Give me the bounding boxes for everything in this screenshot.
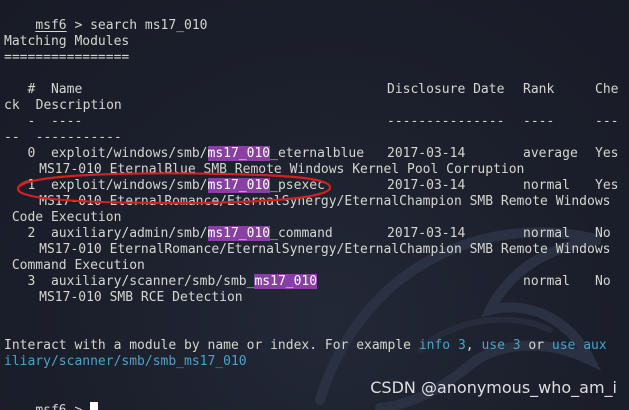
row-rank: average xyxy=(523,146,578,161)
command-line: msf6 > search ms17_010 xyxy=(4,2,207,33)
row-check: Yes xyxy=(595,146,619,161)
dash-disclosure: --------------- xyxy=(387,114,505,129)
separator: , xyxy=(465,338,482,353)
search-match-highlight: ms17_010 xyxy=(207,146,271,161)
dash-check-cont: -- xyxy=(4,130,20,145)
row-num: 2 xyxy=(4,226,51,241)
section-rule: ================ xyxy=(4,50,130,65)
block-cursor-icon xyxy=(90,402,99,410)
prompt-name: msf6 xyxy=(35,403,66,410)
dash-description: ----------- xyxy=(20,130,122,145)
row-check: No xyxy=(595,226,611,241)
csdn-watermark: CSDN @anonymous_who_am_i xyxy=(370,378,617,397)
row-check: Yes xyxy=(595,178,619,193)
dash-num: - xyxy=(4,114,51,129)
row-description-cont: Code Execution xyxy=(4,210,122,225)
module-row-2[interactable]: 2 auxiliary/admin/smb/ms17_010_command xyxy=(4,226,333,242)
dash-name: ---- xyxy=(50,114,83,129)
module-name-prefix: auxiliary/admin/smb/ xyxy=(50,226,208,241)
use-aux-command-cont[interactable]: iliary/scanner/smb/smb_ms17_010 xyxy=(4,354,247,369)
use-command[interactable]: use 3 xyxy=(481,338,520,353)
header-num-name: # Name xyxy=(4,82,82,98)
dash-num-name: - ---- xyxy=(4,114,82,130)
module-name-prefix: auxiliary/scanner/smb/smb_ xyxy=(50,274,255,289)
header-check-part2: ck xyxy=(4,98,20,113)
terminal-window[interactable]: msf6 > search ms17_010 Matching Modules … xyxy=(0,0,629,410)
row-num: 3 xyxy=(4,274,51,289)
prompt-symbol: > xyxy=(67,403,90,410)
row-description-cont: Command Execution xyxy=(4,258,145,273)
row-rank: normal xyxy=(523,274,570,289)
use-aux-command[interactable]: use aux xyxy=(552,338,607,353)
prompt-symbol: > xyxy=(66,18,91,33)
dash-check: --- xyxy=(595,114,619,129)
command-text: search ms17_010 xyxy=(90,18,208,33)
row-description: MS17-010 SMB RCE Detection xyxy=(0,290,243,305)
header-check-part1: Che xyxy=(595,82,619,97)
header-rank: Rank xyxy=(523,82,555,97)
row-date: 2017-03-14 xyxy=(387,146,466,161)
row-rank: normal xyxy=(523,178,570,193)
dash-rank: ---- xyxy=(523,114,555,129)
red-annotation-ellipse xyxy=(17,172,332,205)
module-name-prefix: exploit/windows/smb/ xyxy=(50,146,208,161)
header-disclosure: Disclosure Date xyxy=(387,82,505,97)
info-command[interactable]: info 3 xyxy=(419,338,466,353)
search-match-highlight: ms17_010 xyxy=(207,226,271,241)
row-check: No xyxy=(595,274,611,289)
module-name-suffix: _command xyxy=(270,226,333,241)
interact-help-line-2: iliary/scanner/smb/smb_ms17_010 xyxy=(4,354,247,370)
row-description: MS17-010 EternalRomance/EternalSynergy/E… xyxy=(0,242,611,257)
row-date: 2017-03-14 xyxy=(387,226,466,241)
header-name: Name xyxy=(50,82,83,97)
row-rank: normal xyxy=(523,226,570,241)
header-description: Description xyxy=(20,98,122,113)
input-prompt-line[interactable]: msf6 > xyxy=(4,386,99,410)
section-title: Matching Modules xyxy=(4,34,130,49)
header-num: # xyxy=(4,82,51,97)
row-date: 2017-03-14 xyxy=(387,178,466,193)
or-text: or xyxy=(520,338,552,353)
interact-help-line: Interact with a module by name or index.… xyxy=(4,338,607,354)
module-name-suffix: _eternalblue xyxy=(270,146,365,161)
interact-text: Interact with a module by name or index.… xyxy=(4,338,419,353)
search-match-highlight: ms17_010 xyxy=(254,274,318,289)
row-num: 0 xyxy=(4,146,51,161)
module-row-3[interactable]: 3 auxiliary/scanner/smb/smb_ms17_010 xyxy=(4,274,318,290)
module-row-0[interactable]: 0 exploit/windows/smb/ms17_010_eternalbl… xyxy=(4,146,364,162)
prompt-name: msf6 xyxy=(35,18,67,33)
